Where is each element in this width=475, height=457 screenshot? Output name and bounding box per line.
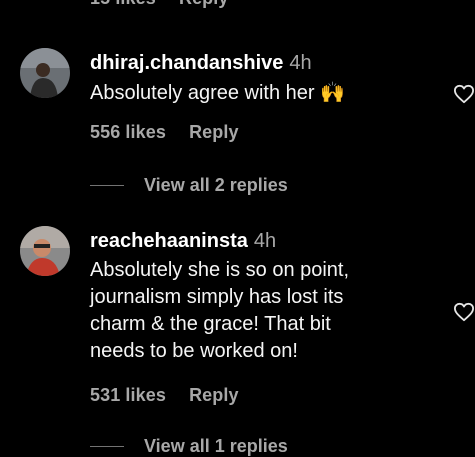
comment-meta: 556 likes Reply: [90, 122, 257, 143]
heart-outline-icon[interactable]: [453, 84, 475, 109]
reply-button[interactable]: Reply: [189, 385, 239, 405]
heart-outline-icon[interactable]: [453, 302, 475, 327]
comment-meta: 531 likes Reply: [90, 385, 257, 406]
comment-text-line: needs to be worked on!: [90, 340, 298, 362]
likes-count[interactable]: 531 likes: [90, 385, 166, 405]
avatar[interactable]: [20, 48, 70, 98]
view-replies-label: View all 1 replies: [144, 436, 288, 456]
comment-text-line: journalism simply has lost its: [90, 286, 344, 308]
view-replies-button[interactable]: View all 1 replies: [90, 436, 288, 457]
comment-header: reachehaaninsta 4h: [90, 230, 276, 253]
comment-text-line: Absolutely she is so on point,: [90, 259, 350, 281]
username[interactable]: reachehaaninsta: [90, 230, 248, 252]
timestamp: 4h: [289, 52, 312, 74]
comment-header: dhiraj.chandanshive 4h: [90, 52, 312, 75]
reply-button[interactable]: Reply: [189, 122, 239, 142]
likes-count[interactable]: 15 likes: [90, 0, 156, 8]
comment-text: Absolutely agree with her 🙌: [90, 82, 346, 104]
timestamp: 4h: [253, 230, 277, 252]
divider-line: [90, 446, 124, 447]
previous-comment-meta: 15 likes Reply: [90, 0, 247, 9]
comment-text-line: charm & the grace! That bit: [90, 313, 331, 335]
likes-count[interactable]: 556 likes: [90, 122, 166, 142]
username[interactable]: dhiraj.chandanshive: [90, 52, 283, 74]
avatar[interactable]: [20, 226, 70, 276]
view-replies-button[interactable]: View all 2 replies: [90, 175, 288, 196]
reply-button[interactable]: Reply: [179, 0, 229, 8]
divider-line: [90, 185, 124, 186]
comment-text: Absolutely she is so on point, journalis…: [90, 257, 349, 365]
view-replies-label: View all 2 replies: [144, 175, 288, 195]
